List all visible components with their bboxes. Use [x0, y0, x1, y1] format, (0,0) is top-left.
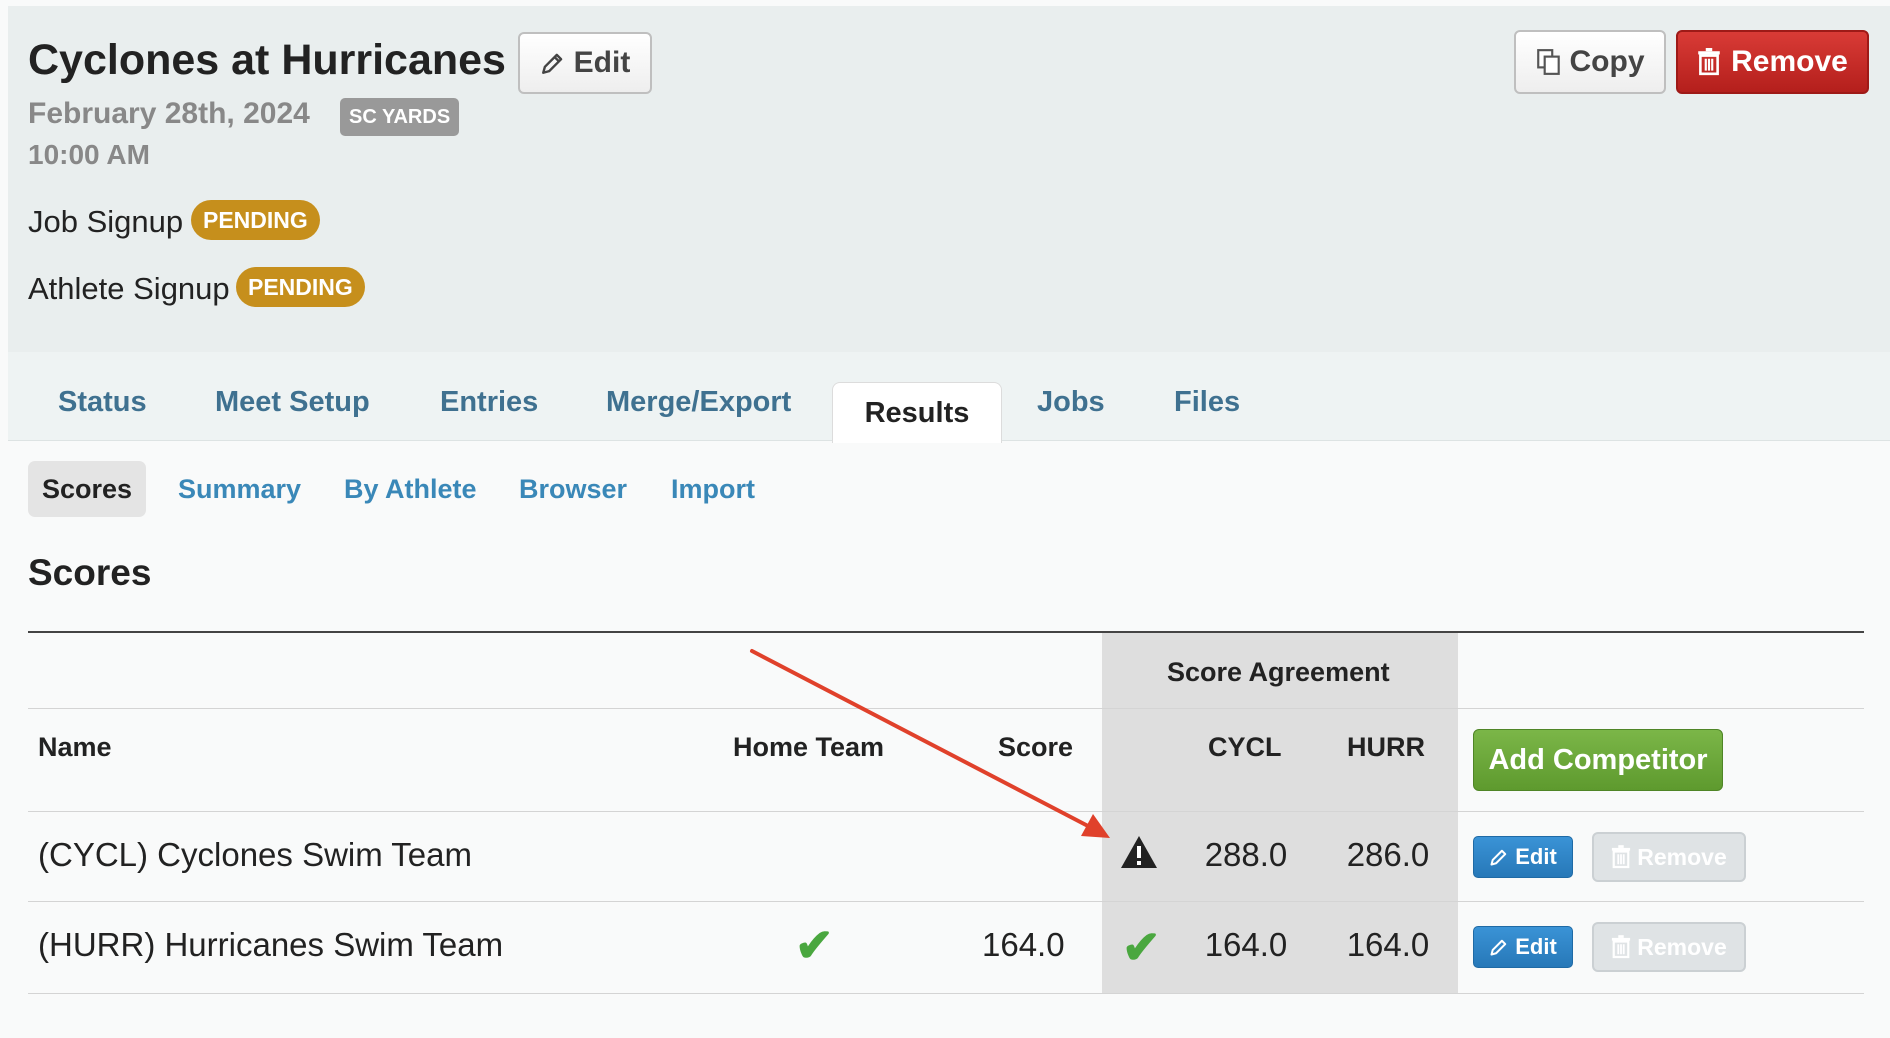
- arrow-annotation: [750, 649, 1110, 838]
